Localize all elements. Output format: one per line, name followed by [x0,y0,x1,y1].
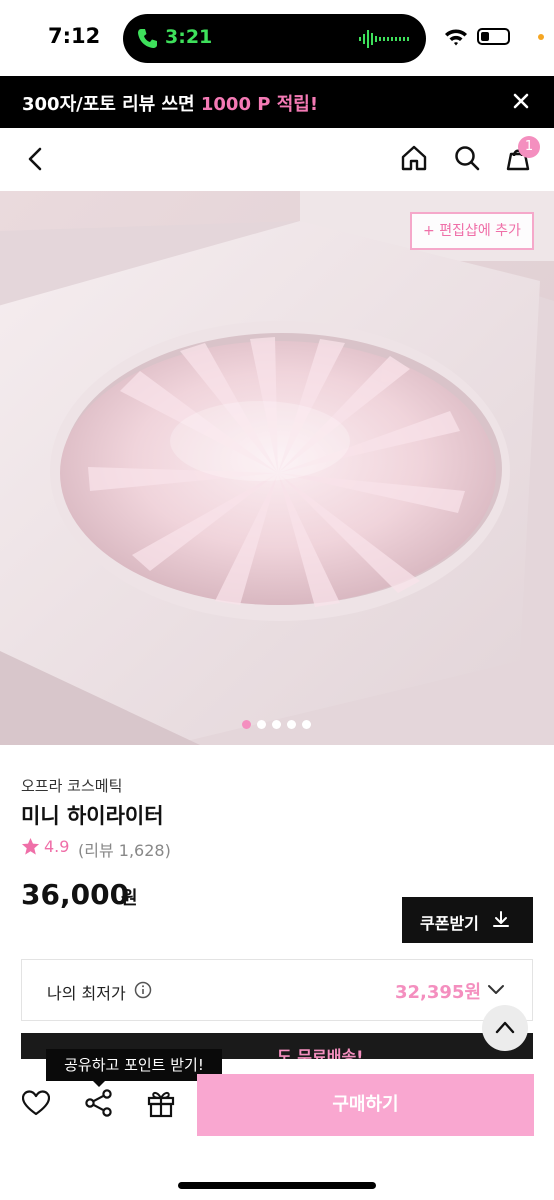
battery-icon [477,28,510,45]
my-lowest-price-box[interactable]: 나의 최저가 32,395원 [21,959,533,1021]
dynamic-island[interactable]: 3:21 [123,14,426,63]
product-title: 미니 하이라이터 [21,804,164,828]
phone-icon [138,29,157,48]
carousel-dot[interactable] [287,720,296,729]
cart-count-badge: 1 [518,136,540,158]
carousel-indicator [238,720,318,730]
promo-text: 300자/포토 리뷰 쓰면 1000 P 적립! [22,90,318,116]
review-count[interactable]: (리뷰 1,628) [78,837,171,861]
tooltip-arrow [92,1080,106,1087]
audio-wave-icon [359,30,409,48]
status-time: 7:12 [48,24,101,48]
share-points-tooltip: 공유하고 포인트 받기! [46,1049,222,1081]
price-unit: 원 [121,888,138,909]
carousel-dot[interactable] [272,720,281,729]
product-image-carousel[interactable] [0,191,554,745]
coupon-label: 쿠폰받기 [420,914,479,933]
back-icon[interactable] [24,146,48,172]
lowest-price-value: 32,395원 [395,982,482,1003]
heart-icon[interactable] [22,1090,50,1116]
promo-banner[interactable]: 300자/포토 리뷰 쓰면 1000 P 적립! [0,76,554,128]
download-icon [493,911,509,927]
carousel-dot[interactable] [242,720,251,729]
brand-name[interactable]: 오프라 코스메틱 [21,775,122,796]
status-bar: 7:12 3:21 [0,0,554,76]
promo-highlight: 1000 P 적립! [200,94,319,115]
top-nav [0,128,554,190]
wifi-icon [445,29,467,46]
buy-button[interactable]: 구매하기 [197,1074,534,1136]
search-icon[interactable] [453,144,481,172]
coupon-download-button[interactable]: 쿠폰받기 [402,897,533,943]
chevron-up-icon [495,1021,515,1034]
free-shipping-text: 도 무료배송! [277,1047,364,1059]
home-indicator[interactable] [178,1182,376,1189]
carousel-dot[interactable] [257,720,266,729]
home-icon[interactable] [400,144,428,172]
add-to-edit-shop-button[interactable]: + 편집샵에 추가 [410,212,534,250]
share-icon[interactable] [84,1089,114,1117]
lowest-price-label: 나의 최저가 [47,984,126,1003]
product-price: 36,000 [21,878,130,911]
promo-text-main: 300자/포토 리뷰 쓰면 [22,94,201,115]
chevron-down-icon[interactable] [486,982,506,998]
info-icon[interactable] [134,981,152,999]
carousel-dot[interactable] [302,720,311,729]
product-photo [0,191,554,745]
privacy-indicator [538,34,544,40]
star-icon [21,837,40,855]
rating-value: 4.9 [44,837,70,856]
close-icon[interactable] [510,90,532,112]
call-time: 3:21 [165,26,213,48]
scroll-to-top-button[interactable] [482,1005,528,1051]
gift-icon[interactable] [146,1088,176,1118]
